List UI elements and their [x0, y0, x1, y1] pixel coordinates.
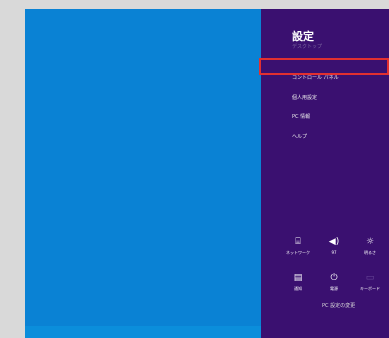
keyboard-tile[interactable]: ▭ キーボード	[353, 273, 387, 299]
power-label: 電源	[330, 286, 338, 291]
keyboard-icon: ▭	[365, 273, 375, 283]
power-tile[interactable]: ⏻ 電源	[317, 273, 351, 299]
control-panel-highlight-box	[259, 58, 389, 75]
brightness-tile[interactable]: ☼ 明るさ	[353, 237, 387, 263]
notifications-tile[interactable]: ▤ 通知	[281, 273, 315, 299]
taskbar	[25, 326, 261, 338]
menu-item-pc-info[interactable]: PC 情報	[292, 113, 310, 120]
settings-context-label: デスクトップ	[292, 44, 323, 50]
desktop-background	[25, 9, 261, 338]
keyboard-label: キーボード	[360, 286, 380, 291]
brightness-icon: ☼	[365, 237, 375, 247]
change-pc-settings-link[interactable]: PC 設定の変更	[322, 302, 355, 309]
volume-label: 97	[331, 250, 337, 255]
menu-item-control-panel[interactable]: コントロール パネル	[292, 74, 339, 81]
volume-tile[interactable]: ◀) 97	[317, 237, 351, 263]
network-label: ネットワーク	[286, 250, 310, 255]
menu-item-personalization[interactable]: 個人用設定	[292, 94, 317, 101]
brightness-label: 明るさ	[364, 250, 376, 255]
network-tile[interactable]: ⌸ ネットワーク	[281, 237, 315, 263]
volume-icon: ◀)	[328, 237, 340, 247]
notifications-icon: ▤	[293, 273, 303, 283]
notifications-label: 通知	[294, 286, 302, 291]
menu-item-help[interactable]: ヘルプ	[292, 133, 307, 140]
network-icon: ⌸	[295, 237, 301, 247]
power-icon: ⏻	[330, 273, 338, 283]
settings-title: 設定	[292, 30, 314, 43]
